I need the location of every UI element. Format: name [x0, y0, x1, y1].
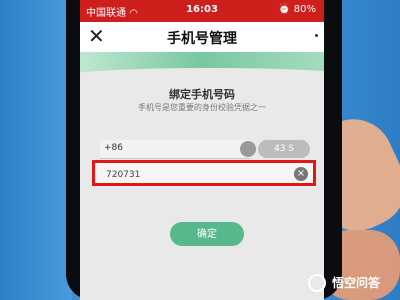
verification-code-input[interactable]	[104, 166, 288, 184]
status-bar: 中国联通 ◠ 16:03 ⏰ 80%	[80, 0, 324, 22]
phone-screen: 中国联通 ◠ 16:03 ⏰ 80% ✕ 手机号管理 绑定手机号码 手机号是您重…	[80, 0, 324, 300]
banner-wave	[80, 68, 324, 86]
page-title: 手机号管理	[167, 31, 237, 47]
battery-indicator: ⏰ 80%	[278, 4, 316, 15]
alarm-icon: ⏰	[278, 4, 294, 15]
bind-phone-heading: 绑定手机号码	[169, 88, 235, 101]
title-bar: ✕ 手机号管理	[80, 22, 324, 52]
watermark: 悟空问答	[308, 272, 394, 294]
more-icon[interactable]	[315, 34, 318, 37]
resend-countdown-button[interactable]: 43 S	[258, 140, 310, 158]
phone-number-field[interactable]: +86	[100, 140, 256, 159]
verification-code-field[interactable]: ×	[96, 162, 314, 186]
field-knob	[240, 141, 256, 157]
battery-percent: 80%	[293, 4, 316, 15]
bind-phone-subheading: 手机号是您重要的身份校验凭据之一	[138, 103, 266, 112]
confirm-button[interactable]: 确定	[170, 222, 244, 246]
watermark-text: 悟空问答	[332, 276, 381, 290]
clear-icon[interactable]: ×	[294, 167, 308, 181]
background-left	[0, 0, 72, 300]
country-code: +86	[104, 143, 123, 153]
wukong-logo-icon	[308, 274, 326, 292]
header-banner	[80, 52, 324, 86]
